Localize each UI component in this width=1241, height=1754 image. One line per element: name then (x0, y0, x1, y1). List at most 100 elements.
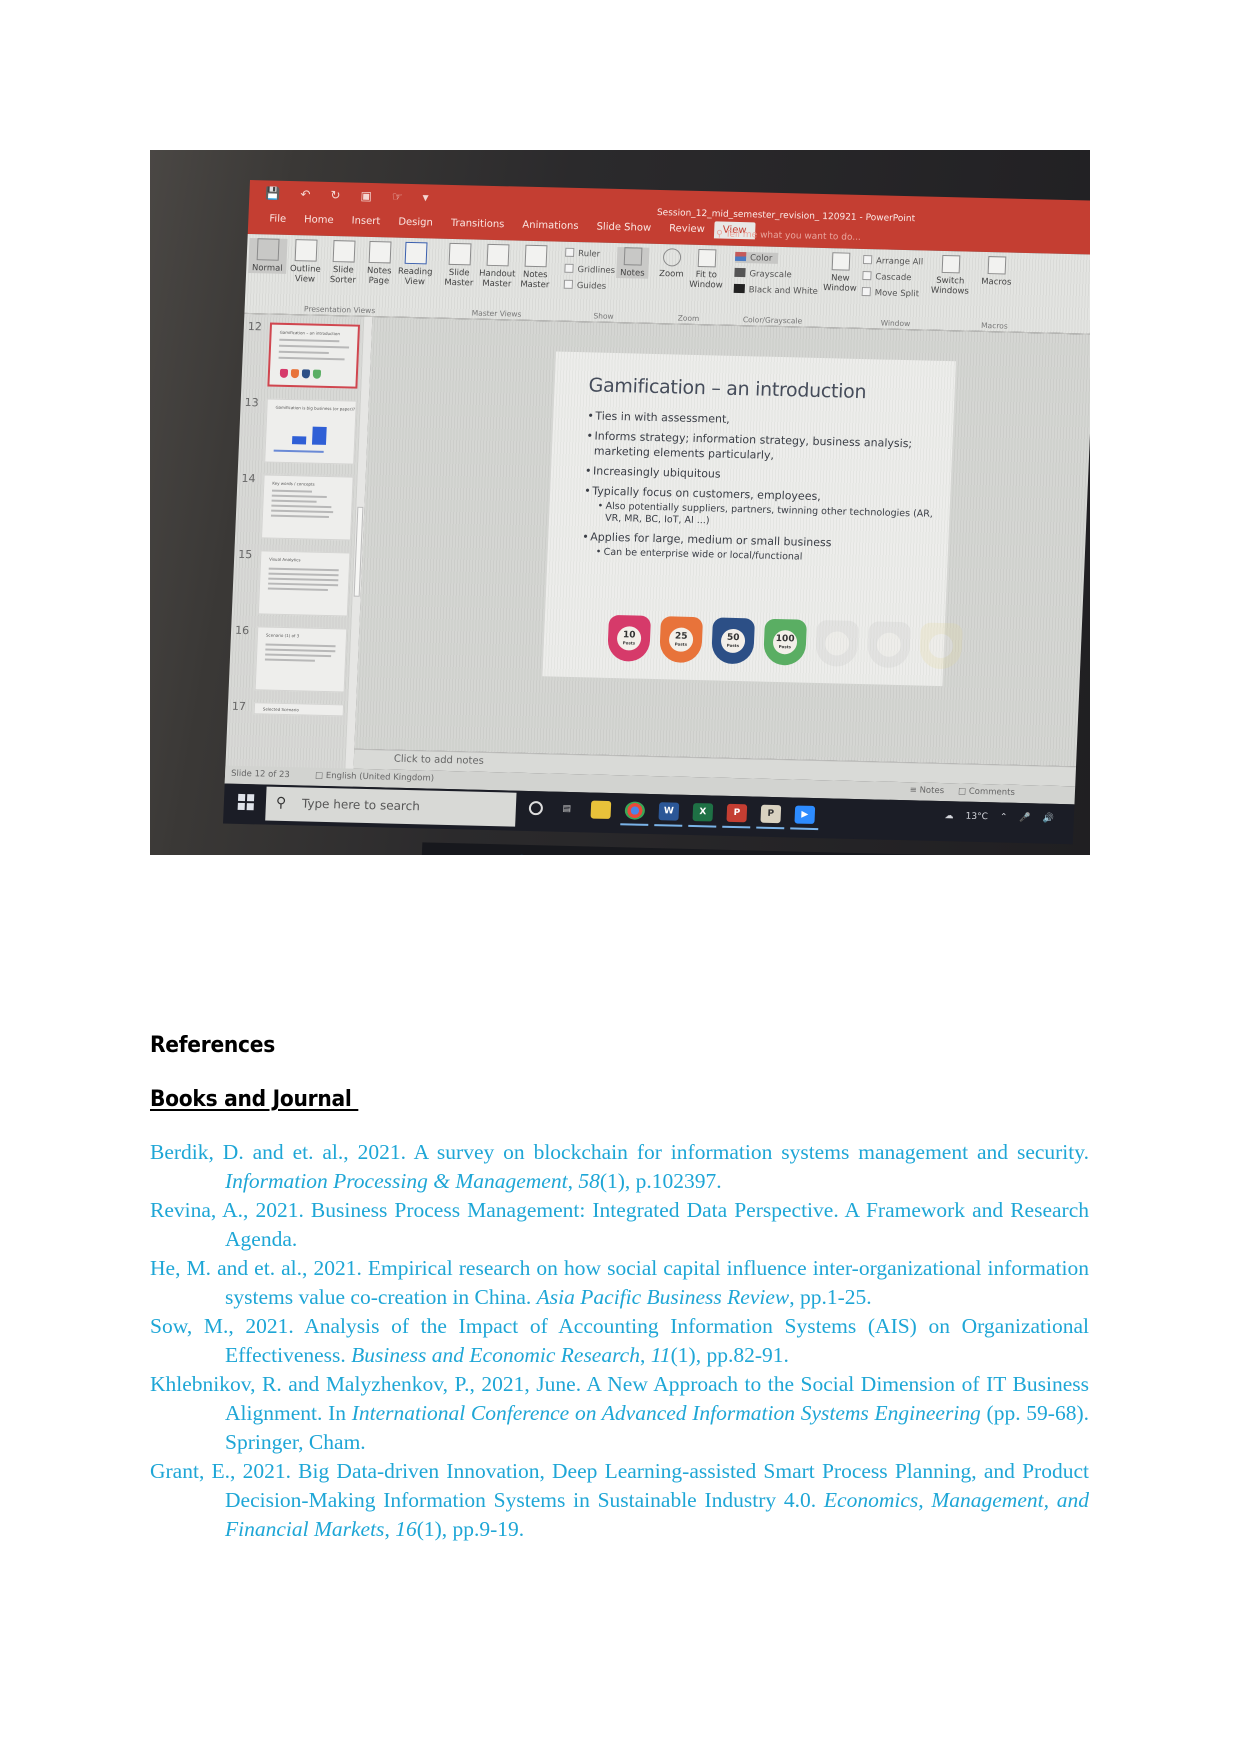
notes-page-button: Notes Page (360, 240, 400, 287)
handout-master-icon (486, 243, 510, 267)
slide-position: Slide 12 of 23 (230, 768, 290, 781)
move-split-option: Move Split (861, 286, 920, 299)
word-icon: W (658, 802, 680, 821)
slide-sorter-button: Slide Sorter (324, 240, 364, 286)
slide-master-button: Slide Master (440, 242, 480, 289)
chevron-up-icon: ⌃ (999, 812, 1008, 823)
slide-thumbnail: Scenario (1) of 3 (254, 626, 348, 693)
excel-icon: X (692, 803, 714, 822)
save-icon: 💾 (265, 186, 281, 201)
group-zoom: Zoom Fit to Window Zoom (652, 246, 727, 324)
slide-number: 17 (231, 699, 247, 714)
tab-transitions: Transitions (450, 217, 505, 231)
grayscale-option: Grayscale (734, 267, 792, 280)
tab-file: File (269, 213, 287, 225)
achievement-badges: 10 Posts 25 Posts 50 Posts 100 Posts (607, 614, 963, 670)
outline-view-icon (294, 239, 318, 262)
thumbnail-item: 13 Gamification is big business (or pape… (242, 396, 361, 469)
undo-icon: ↶ (300, 187, 311, 202)
reading-view-icon (404, 241, 428, 265)
arrange-all-option: Arrange All (862, 255, 924, 267)
badge-label: 10 Posts (616, 626, 642, 651)
grayscale-swatch-icon (734, 267, 746, 278)
slide-bullets: Ties in with assessment, Informs strateg… (581, 408, 947, 572)
new-window-button: New Window (822, 252, 860, 294)
slide-number: 15 (238, 547, 253, 562)
zoom-app-icon: ▶ (794, 805, 816, 824)
group-color-grayscale: Color Grayscale Black and White Color/Gr… (728, 248, 819, 326)
bullet-item: Ties in with assessment, (587, 408, 948, 432)
cascade-option: Cascade (862, 270, 912, 283)
thumbnail-item: 14 Key words / concepts (239, 472, 358, 545)
notes-master-icon (524, 244, 548, 268)
macros-button: Macros (978, 256, 1015, 288)
touch-mode-icon: ☞ (391, 189, 403, 204)
badge-label (824, 631, 850, 656)
tab-review: Review (668, 223, 706, 236)
gridlines-checkbox: Gridlines (564, 263, 615, 276)
chrome-icon (624, 801, 646, 820)
guides-checkbox: Guides (563, 279, 607, 292)
speaker-icon: 🔊 (1042, 813, 1055, 824)
group-show: Ruler Gridlines Guides Notes Show (558, 244, 651, 322)
monitor-screen: 💾 ↶ ↻ ▣ ☞ ▾ Session_12_mid_semester_revi… (223, 180, 1090, 855)
cascade-icon (862, 270, 872, 281)
ruler-checkbox: Ruler (565, 247, 600, 260)
task-view-icon: ▤ (477, 854, 498, 855)
achievement-badge: 50 Posts (711, 617, 756, 665)
cortana-icon (528, 801, 544, 816)
switch-windows-icon (941, 254, 961, 274)
status-bar-right: ≡ Notes □ Comments (910, 785, 1016, 798)
slide-sorter-icon (332, 240, 356, 263)
weather-temperature: 13°C (965, 811, 989, 823)
reference-entry: Revina, A., 2021. Business Process Manag… (150, 1198, 1089, 1251)
fit-to-window-button: Fit to Window (688, 248, 726, 291)
badge-label: 25 Posts (668, 627, 694, 652)
embedded-photo: 💾 ↶ ↻ ▣ ☞ ▾ Session_12_mid_semester_revi… (150, 150, 1090, 855)
reference-list: Berdik, D. and et. al., 2021. A survey o… (150, 1138, 1089, 1544)
slide-number: 14 (241, 471, 256, 486)
normal-view-icon (256, 238, 280, 261)
tab-slide-show: Slide Show (596, 221, 652, 234)
bw-swatch-icon (733, 283, 745, 294)
color-swatch-icon (734, 251, 747, 262)
notes-status-button: ≡ Notes (909, 785, 945, 797)
macros-icon (987, 256, 1007, 275)
language-indicator: □ English (United Kingdom) (314, 770, 435, 784)
zoom-button: Zoom (654, 248, 689, 280)
outline-view-button: Outline View (286, 239, 326, 285)
slide-editing-area: Gamification – an introduction Ties in w… (354, 317, 1090, 767)
tab-home: Home (303, 214, 334, 227)
achievement-badge: 25 Posts (659, 616, 704, 664)
slide-number: 13 (244, 395, 259, 410)
powerpoint-icon: P (726, 803, 748, 823)
notes-placeholder: Click to add notes (393, 753, 485, 767)
thumbnail-item: 16 Scenario (1) of 3 (232, 624, 351, 697)
reading-view-button: Reading View (396, 241, 436, 288)
slide-thumbnail: Visual Analytics (257, 550, 351, 617)
tell-me-placeholder: Tell me what you want to do... (725, 229, 862, 243)
achievement-badge (867, 621, 911, 669)
slide-thumbnail: Gamification is big business (or paper)? (264, 398, 357, 465)
group-window: New Window Arrange All Cascade Move Spli… (820, 250, 973, 330)
comments-status-button: □ Comments (957, 786, 1016, 798)
slide-thumbnail-pane: 12 Gamification – an introduction 13 Gam… (224, 313, 373, 787)
color-option: Color (734, 251, 779, 264)
group-label: Zoom (677, 313, 700, 324)
present-icon: ▣ (360, 188, 373, 203)
switch-windows-button: Switch Windows (930, 254, 972, 297)
black-and-white-option: Black and White (733, 283, 819, 297)
second-monitor-taskbar: to search ▤ W a ❖ ↯ X P ▶ 1 (420, 842, 1090, 855)
group-macros: Macros Macros (974, 254, 1017, 331)
slide-number: 12 (247, 319, 263, 334)
redo-icon: ↻ (330, 187, 341, 203)
tab-design: Design (398, 216, 434, 229)
reference-entry: Sow, M., 2021. Analysis of the Impact of… (150, 1314, 1089, 1367)
notes-icon (623, 247, 643, 266)
achievement-badge (815, 619, 859, 667)
search-icon: ⚲ (275, 794, 287, 812)
reference-entry: Berdik, D. and et. al., 2021. A survey o… (150, 1140, 1089, 1193)
slide-thumbnail: Key words / concepts (260, 474, 354, 541)
slide-thumbnail: Selected Scenario (253, 702, 345, 717)
group-label: Macros (980, 320, 1008, 331)
